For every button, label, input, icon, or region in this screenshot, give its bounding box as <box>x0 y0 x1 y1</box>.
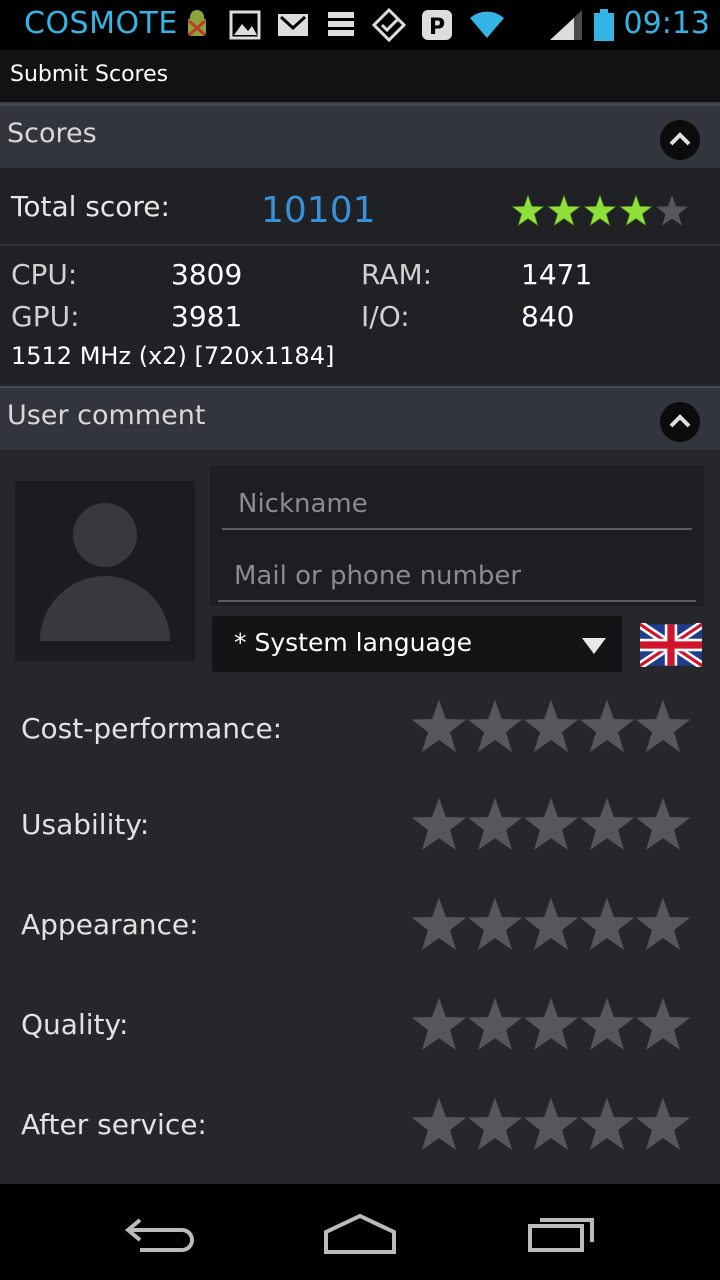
star-empty-icon[interactable] <box>411 897 467 950</box>
rating-stars-quality[interactable] <box>410 996 692 1054</box>
gmail-icon <box>278 14 308 36</box>
star-empty-icon[interactable] <box>635 1097 691 1150</box>
task-list-icon <box>328 12 354 36</box>
rating-stars-after-service[interactable] <box>410 1096 692 1154</box>
language-selected-value: * System language <box>234 628 473 657</box>
star-empty-icon[interactable] <box>467 997 523 1050</box>
rating-label-after-service: After service: <box>21 1108 207 1141</box>
navigation-bar <box>0 1184 720 1280</box>
chevron-up-icon <box>669 132 691 146</box>
cpu-label: CPU: <box>11 258 78 291</box>
page-title: Submit Scores <box>10 62 169 87</box>
carrier-name: COSMOTE <box>24 6 178 41</box>
pinterest-icon: P <box>422 10 452 40</box>
ram-value: 1471 <box>521 258 593 291</box>
contact-form <box>210 466 704 606</box>
star-filled-icon <box>511 194 545 226</box>
rating-stars-usability[interactable] <box>410 796 692 854</box>
recent-apps-icon[interactable] <box>526 1212 598 1254</box>
uk-flag-icon[interactable] <box>640 623 702 667</box>
wifi-icon <box>470 11 504 38</box>
signal-icon <box>550 10 582 40</box>
star-empty-icon[interactable] <box>411 699 467 752</box>
nickname-input[interactable] <box>222 482 692 526</box>
star-empty-icon[interactable] <box>523 997 579 1050</box>
back-icon[interactable] <box>124 1212 196 1252</box>
io-value: 840 <box>521 300 575 333</box>
language-select[interactable]: * System language <box>212 616 622 672</box>
star-empty-icon[interactable] <box>523 1097 579 1150</box>
comment-section-header[interactable]: User comment <box>0 386 720 450</box>
rating-label-appearance: Appearance: <box>21 908 199 941</box>
total-score-label: Total score: <box>11 190 170 223</box>
device-info: 1512 MHz (x2) [720x1184] <box>11 342 335 370</box>
scores-header-title: Scores <box>7 118 97 149</box>
total-score-value: 10101 <box>261 190 376 231</box>
scores-panel: Total score: 10101 CPU: 3809 RAM: 1471 G… <box>0 168 720 384</box>
star-empty-icon[interactable] <box>579 997 635 1050</box>
star-empty-icon[interactable] <box>467 797 523 850</box>
avatar[interactable] <box>15 481 195 661</box>
scores-collapse-button[interactable] <box>660 120 700 160</box>
star-empty-icon[interactable] <box>579 699 635 752</box>
star-filled-icon <box>583 194 617 226</box>
star-empty-icon[interactable] <box>635 699 691 752</box>
total-score-row: Total score: 10101 <box>0 168 720 246</box>
star-empty-icon[interactable] <box>411 797 467 850</box>
gpu-label: GPU: <box>11 300 80 333</box>
comment-header-title: User comment <box>7 400 206 431</box>
gpu-value: 3981 <box>171 300 243 333</box>
clock: 09:13 <box>623 6 710 41</box>
rating-stars-cost-performance[interactable] <box>410 698 692 756</box>
home-icon[interactable] <box>322 1212 398 1254</box>
contact-input[interactable] <box>218 554 696 598</box>
star-empty-icon <box>656 195 688 226</box>
star-empty-icon[interactable] <box>411 1097 467 1150</box>
star-filled-icon <box>547 194 581 226</box>
gallery-icon <box>229 10 261 40</box>
star-empty-icon[interactable] <box>467 897 523 950</box>
svg-text:P: P <box>429 15 445 40</box>
nickname-field <box>222 482 692 530</box>
star-empty-icon[interactable] <box>523 797 579 850</box>
star-empty-icon[interactable] <box>467 1097 523 1150</box>
io-label: I/O: <box>361 300 410 333</box>
cpu-value: 3809 <box>171 258 243 291</box>
scores-section-header[interactable]: Scores <box>0 104 720 168</box>
ram-label: RAM: <box>361 258 433 291</box>
star-filled-icon <box>619 194 653 226</box>
contact-field <box>218 554 696 602</box>
total-score-stars <box>511 194 688 226</box>
comment-collapse-button[interactable] <box>660 402 700 442</box>
comment-panel: * System language Cost-performance: Usab… <box>0 450 720 1184</box>
star-empty-icon[interactable] <box>635 797 691 850</box>
star-empty-icon[interactable] <box>635 997 691 1050</box>
title-bar: Submit Scores <box>0 50 720 104</box>
battery-icon <box>594 9 614 41</box>
star-empty-icon[interactable] <box>579 1097 635 1150</box>
status-bar: COSMOTE P 09:13 <box>0 0 720 50</box>
star-empty-icon[interactable] <box>523 897 579 950</box>
star-empty-icon[interactable] <box>579 797 635 850</box>
star-empty-icon[interactable] <box>411 997 467 1050</box>
user-silhouette-icon <box>40 503 170 641</box>
rating-label-quality: Quality: <box>21 1008 129 1041</box>
star-empty-icon[interactable] <box>635 897 691 950</box>
rating-stars-appearance[interactable] <box>410 896 692 954</box>
star-empty-icon[interactable] <box>523 699 579 752</box>
rating-label-usability: Usability: <box>21 808 150 841</box>
dropdown-arrow-icon <box>582 638 606 654</box>
android-debug-icon <box>188 10 206 37</box>
check-shield-icon <box>372 8 406 42</box>
rating-label-cost-performance: Cost-performance: <box>21 712 283 745</box>
star-empty-icon[interactable] <box>467 699 523 752</box>
star-empty-icon[interactable] <box>579 897 635 950</box>
chevron-up-icon <box>669 414 691 428</box>
